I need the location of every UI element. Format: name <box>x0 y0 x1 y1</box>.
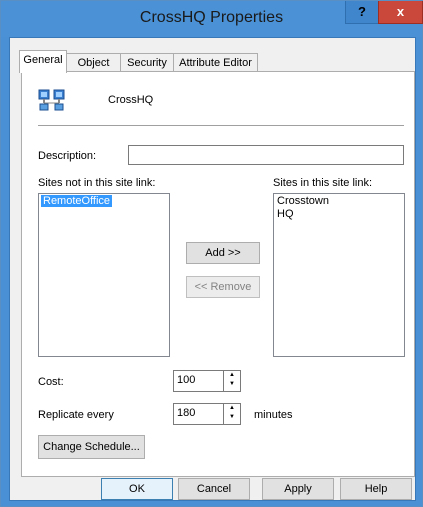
sites-in-list[interactable]: Crosstown HQ <box>273 193 405 357</box>
apply-button[interactable]: Apply <box>262 478 334 500</box>
help-button[interactable]: Help <box>340 478 412 500</box>
tab-attribute-editor[interactable]: Attribute Editor <box>173 53 258 72</box>
dialog-client: General Object Security Attribute Editor <box>9 37 416 501</box>
help-title-button[interactable]: ? <box>345 1 379 24</box>
cost-value: 100 <box>177 374 196 386</box>
change-schedule-button[interactable]: Change Schedule... <box>38 435 145 459</box>
ok-button[interactable]: OK <box>101 478 173 500</box>
tab-object[interactable]: Object <box>66 53 121 72</box>
minutes-label: minutes <box>254 409 293 421</box>
object-name: CrossHQ <box>108 94 154 106</box>
replicate-label: Replicate every <box>38 409 114 421</box>
properties-window: CrossHQ Properties ? x General Object Se… <box>0 0 423 507</box>
spin-up-icon[interactable]: ▲ <box>224 371 240 380</box>
description-label: Description: <box>38 150 97 162</box>
sites-in-label: Sites in this site link: <box>273 177 373 189</box>
spin-down-icon[interactable]: ▼ <box>224 380 240 389</box>
sites-not-item-remoteoffice[interactable]: RemoteOffice <box>41 195 113 207</box>
spin-down-icon[interactable]: ▼ <box>224 413 240 422</box>
remove-button[interactable]: << Remove <box>186 276 260 298</box>
sites-in-item-crosstown[interactable]: Crosstown <box>274 194 404 208</box>
title-bar[interactable]: CrossHQ Properties ? x <box>1 1 423 37</box>
sites-not-label: Sites not in this site link: <box>38 177 156 189</box>
add-button[interactable]: Add >> <box>186 242 260 264</box>
general-panel: CrossHQ Description: Sites not in this s… <box>21 71 415 477</box>
site-link-icon <box>38 86 66 112</box>
tab-general[interactable]: General <box>19 50 67 73</box>
close-button[interactable]: x <box>378 1 423 24</box>
sites-in-item-hq[interactable]: HQ <box>274 208 404 220</box>
cost-label: Cost: <box>38 376 64 388</box>
spin-up-icon[interactable]: ▲ <box>224 404 240 413</box>
cost-stepper[interactable]: 100 ▲ ▼ <box>173 370 241 392</box>
separator <box>38 125 404 126</box>
cancel-button[interactable]: Cancel <box>178 478 250 500</box>
cost-spin[interactable]: ▲ ▼ <box>223 371 240 391</box>
replicate-stepper[interactable]: 180 ▲ ▼ <box>173 403 241 425</box>
replicate-spin[interactable]: ▲ ▼ <box>223 404 240 424</box>
description-input[interactable] <box>128 145 404 165</box>
sites-not-list[interactable]: RemoteOffice <box>38 193 170 357</box>
tab-security[interactable]: Security <box>120 53 174 72</box>
replicate-value: 180 <box>177 407 196 419</box>
list-item[interactable]: RemoteOffice <box>39 194 169 208</box>
